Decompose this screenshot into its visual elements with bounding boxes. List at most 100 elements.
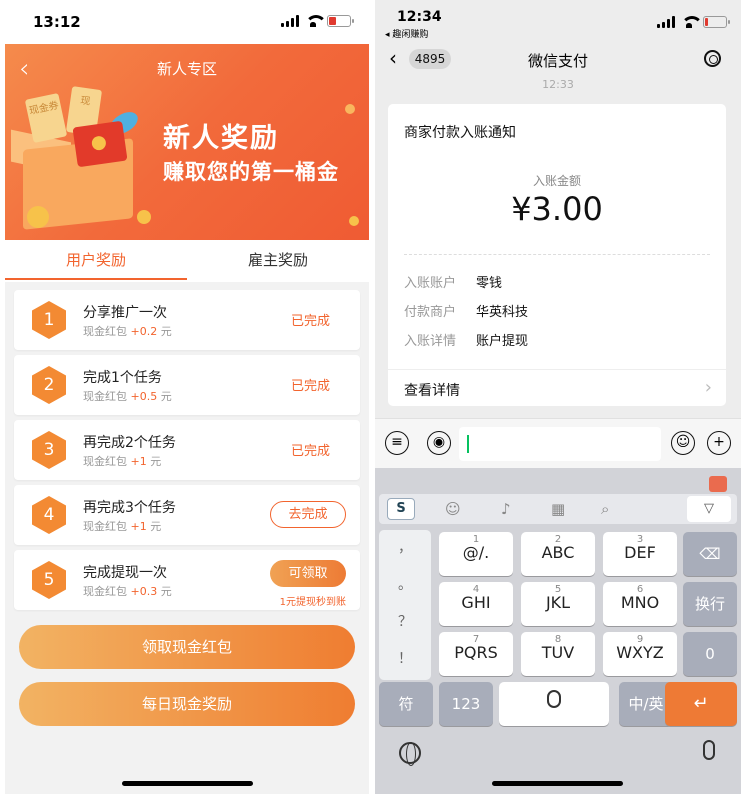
coin-icon	[345, 104, 355, 114]
home-indicator	[122, 781, 253, 786]
step-number-badge: 2	[32, 366, 66, 404]
key-9[interactable]: 9 WXYZ	[603, 632, 677, 676]
task-item: 2 完成1个任务 现金红包 +0.5 元 已完成	[14, 355, 360, 415]
claim-note: 1元提现秒到账	[279, 597, 346, 608]
claim-red-packet-button[interactable]: 领取现金红包	[19, 625, 355, 669]
chevron-right-icon: ›	[704, 377, 712, 398]
globe-icon[interactable]	[399, 742, 421, 766]
mic-icon	[547, 690, 561, 708]
task-status: 已完成	[290, 379, 330, 394]
return-app-link[interactable]: ◂ 趣闲赚购	[385, 27, 428, 40]
punct-key[interactable]: ！	[379, 641, 431, 678]
tab-bar: 用户奖励 雇主奖励	[5, 240, 369, 282]
signal-icon	[657, 16, 675, 28]
tab-user-rewards[interactable]: 用户奖励	[5, 240, 187, 282]
task-item: 5 完成提现一次 现金红包 +0.3 元 可领取 1元提现秒到账	[14, 550, 360, 610]
step-number-badge: 3	[32, 431, 66, 469]
key-5[interactable]: 5 JKL	[521, 582, 595, 626]
claim-button[interactable]: 可领取	[270, 560, 346, 587]
step-number-badge: 5	[32, 561, 66, 599]
right-screen: 12:34 ◂ 趣闲赚购 ‹ 4895 微信支付 12:33 商家付款入账通知 …	[375, 0, 741, 794]
status-icons	[281, 15, 354, 27]
detail-row: 入账账户 零钱	[404, 276, 503, 291]
task-reward: 现金红包 +1 元	[83, 455, 162, 468]
task-item: 4 再完成3个任务 现金红包 +1 元 去完成	[14, 485, 360, 545]
go-complete-button[interactable]: 去完成	[270, 501, 346, 528]
keyboard: S ☺ ♪ ▦ ⌕ ▽ ， 。 ？ ！ 1 @/. 2 ABC 3 DEF ⌫ 4 GH…	[375, 468, 741, 794]
coin-icon	[349, 216, 359, 226]
punct-key[interactable]: ？	[379, 604, 431, 641]
chat-title: 微信支付	[527, 52, 588, 70]
sticker-icon[interactable]	[709, 476, 727, 492]
amount-value: ¥3.00	[511, 190, 603, 228]
enter-key[interactable]: ↵	[665, 682, 737, 726]
chevron-down-icon[interactable]: ▽	[687, 496, 731, 522]
wifi-icon	[305, 15, 327, 27]
zero-key[interactable]: 0	[683, 632, 737, 676]
sogou-logo-icon[interactable]: S	[387, 498, 415, 520]
newline-key[interactable]: 换行	[683, 582, 737, 626]
status-icons	[657, 16, 730, 28]
punct-key[interactable]: 。	[379, 567, 431, 604]
space-voice-key[interactable]	[499, 682, 609, 726]
task-name: 完成提现一次	[83, 565, 167, 581]
plus-icon[interactable]: +	[707, 431, 731, 455]
tab-employer-rewards[interactable]: 雇主奖励	[187, 240, 369, 282]
banner-title: 新人奖励	[163, 123, 279, 154]
left-screen: 13:12 ‹ 新人专区 现金券 现 新人奖励 赚取您的第一桶金 用户奖励 雇主…	[5, 0, 369, 794]
key-7[interactable]: 7 PQRS	[439, 632, 513, 676]
punct-key[interactable]: ，	[379, 530, 431, 567]
punctuation-column[interactable]: ， 。 ？ ！	[379, 530, 431, 680]
divider	[404, 254, 710, 255]
view-details-link[interactable]: 查看详情	[404, 380, 460, 400]
dictation-mic-icon[interactable]	[703, 740, 715, 760]
key-2[interactable]: 2 ABC	[521, 532, 595, 576]
status-time: 13:12	[33, 13, 81, 31]
key-1[interactable]: 1 @/.	[439, 532, 513, 576]
task-name: 再完成3个任务	[83, 500, 176, 516]
key-4[interactable]: 4 GHI	[439, 582, 513, 626]
chat-header: ‹ 4895 微信支付	[375, 40, 741, 78]
message-input[interactable]	[459, 427, 661, 461]
step-number-badge: 1	[32, 301, 66, 339]
key-8[interactable]: 8 TUV	[521, 632, 595, 676]
mic-icon[interactable]: ♪	[501, 500, 511, 518]
search-icon[interactable]: ⌕	[601, 500, 609, 518]
detail-row: 入账详情 账户提现	[404, 334, 529, 349]
task-name: 分享推广一次	[83, 305, 167, 321]
key-6[interactable]: 6 MNO	[603, 582, 677, 626]
status-time: 12:34	[397, 9, 442, 25]
emoji-icon[interactable]: ☺	[671, 431, 695, 455]
chat-input-bar: ≡ ◉ ☺ +	[375, 418, 741, 468]
task-reward: 现金红包 +0.3 元	[83, 585, 172, 598]
emoji-icon[interactable]: ☺	[445, 500, 461, 518]
voice-icon[interactable]: ◉	[427, 431, 451, 455]
coin-icon	[137, 210, 151, 224]
text-caret	[467, 435, 469, 453]
task-reward: 现金红包 +1 元	[83, 520, 162, 533]
task-reward: 现金红包 +0.5 元	[83, 390, 172, 403]
task-item: 1 分享推广一次 现金红包 +0.2 元 已完成	[14, 290, 360, 350]
task-status: 已完成	[290, 444, 330, 459]
payment-notice-card[interactable]: 商家付款入账通知 入账金额 ¥3.00 入账账户 零钱 付款商户 华英科技 入账详情…	[388, 104, 726, 406]
message-timestamp: 12:33	[542, 78, 574, 91]
task-status: 已完成	[290, 314, 330, 329]
page-title: 新人专区	[156, 60, 217, 78]
amount-label: 入账金额	[532, 174, 581, 188]
key-3[interactable]: 3 DEF	[603, 532, 677, 576]
battery-icon	[327, 15, 354, 27]
tab-indicator	[5, 278, 187, 280]
daily-reward-button[interactable]: 每日现金奖励	[19, 682, 355, 726]
symbol-key[interactable]: 符	[379, 682, 433, 726]
keyboard-icon[interactable]: ▦	[551, 500, 565, 518]
wifi-icon	[681, 16, 703, 28]
status-bar: 13:12	[5, 0, 369, 44]
card-title: 商家付款入账通知	[404, 125, 516, 141]
list-icon[interactable]: ≡	[385, 431, 409, 455]
delete-key[interactable]: ⌫	[683, 532, 737, 576]
task-name: 再完成2个任务	[83, 435, 176, 451]
numeric-key[interactable]: 123	[439, 682, 493, 726]
task-reward: 现金红包 +0.2 元	[83, 325, 172, 338]
status-bar: 12:34 ◂ 趣闲赚购	[375, 0, 741, 40]
gear-icon[interactable]	[704, 50, 721, 67]
